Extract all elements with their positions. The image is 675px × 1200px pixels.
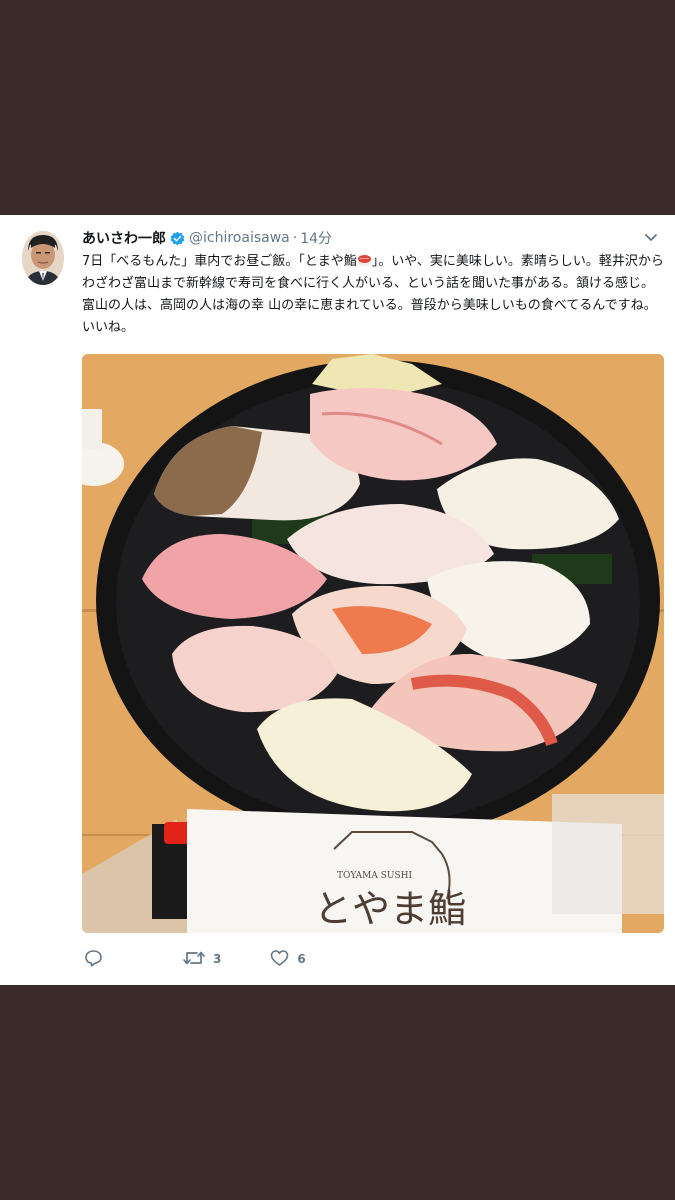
separator-dot: · xyxy=(292,230,298,246)
tweet-header: あいさわ一郎 @ichiroaisawa · 14分 xyxy=(82,227,659,249)
heart-icon xyxy=(270,949,289,970)
like-count: 6 xyxy=(297,952,306,966)
tweet-actions: 3 6 xyxy=(84,948,306,970)
tweet-text: 7日「べるもんた」車内でお昼ご飯。「とまや鮨 」。いや、実に美味しい。素晴らしい。… xyxy=(82,251,664,339)
retweet-icon xyxy=(183,949,205,970)
reply-icon xyxy=(84,949,103,970)
tweet-card: あいさわ一郎 @ichiroaisawa · 14分 7日「べるもんた」車内でお… xyxy=(0,215,675,985)
tweet-photo[interactable]: TOYAMA SUSHI とやま鮨 xyxy=(82,354,664,933)
author-name[interactable]: あいさわ一郎 xyxy=(82,228,166,248)
avatar[interactable] xyxy=(22,231,64,285)
retweet-button[interactable]: 3 xyxy=(183,949,221,970)
like-button[interactable]: 6 xyxy=(270,949,306,970)
package-title: とやま鮨 xyxy=(314,887,466,931)
verified-badge-icon xyxy=(170,231,185,246)
retweet-count: 3 xyxy=(213,952,222,966)
tweet-text-part-1: 7日「べるもんた」車内でお昼ご飯。「とまや鮨 xyxy=(82,254,357,269)
author-handle[interactable]: @ichiroaisawa xyxy=(189,230,290,246)
sushi-emoji-icon xyxy=(357,254,372,269)
package-brand: TOYAMA SUSHI xyxy=(337,871,412,881)
chevron-down-icon[interactable] xyxy=(643,229,659,249)
reply-button[interactable] xyxy=(84,949,111,970)
tweet-timestamp[interactable]: 14分 xyxy=(300,228,332,248)
